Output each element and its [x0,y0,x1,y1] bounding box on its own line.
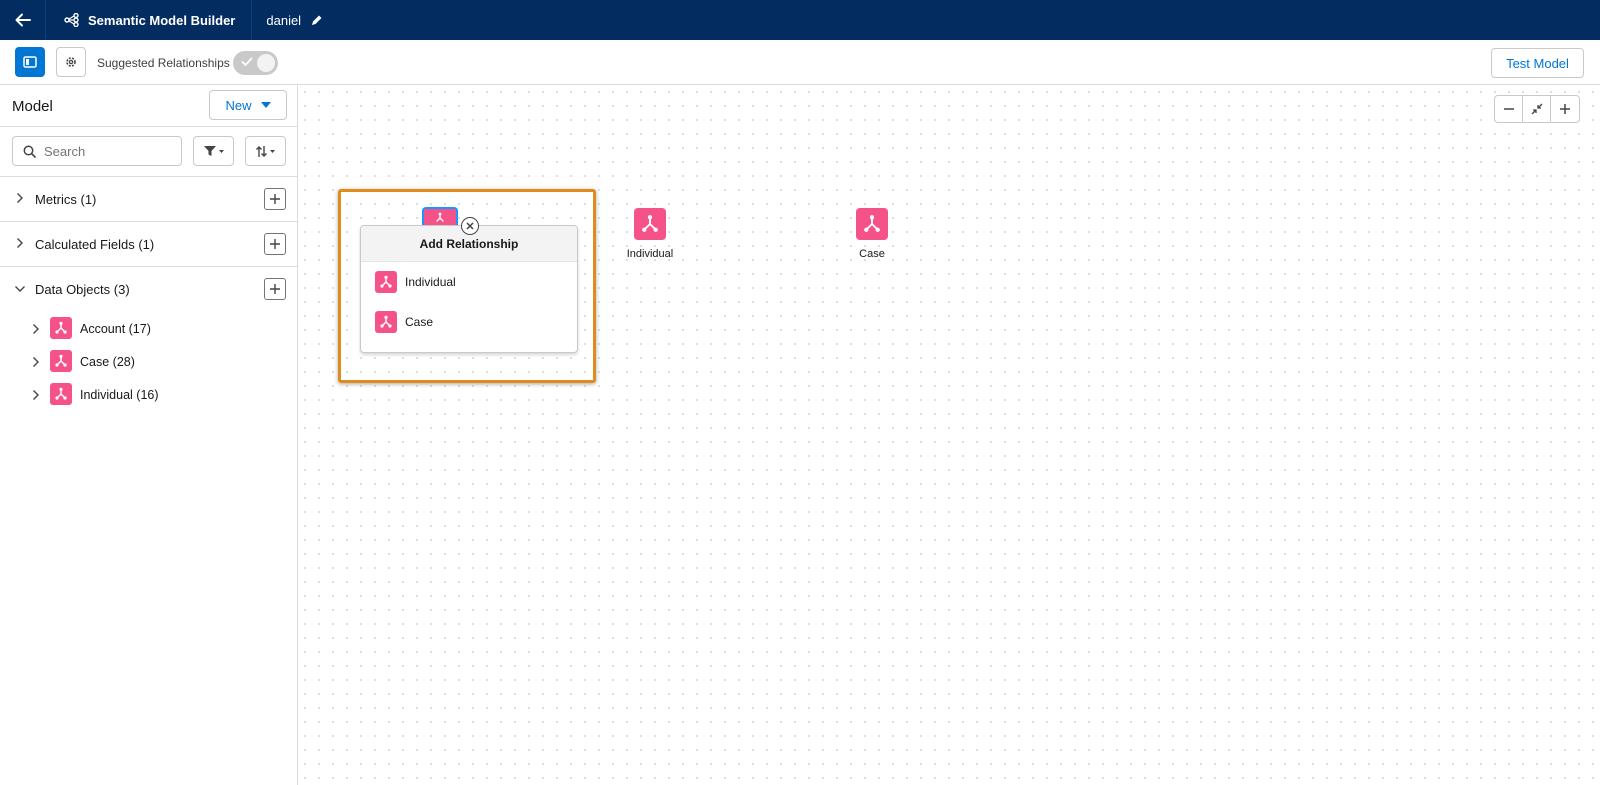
contract-icon [1531,103,1542,115]
app-title-area: Semantic Model Builder [46,0,253,40]
chevron-down-icon [15,286,25,292]
plus-icon [270,239,280,249]
suggested-relationships-label: Suggested Relationships [97,56,230,70]
data-object-case[interactable]: Case (28) [0,345,297,378]
data-object-icon [856,208,888,240]
global-header: Semantic Model Builder daniel [0,0,1600,40]
close-popover-button[interactable] [461,217,479,235]
zoom-in-button[interactable] [1551,96,1579,122]
add-calculated-field-button[interactable] [264,233,286,255]
fit-to-screen-button[interactable] [1523,96,1551,122]
edit-pencil-icon[interactable] [310,14,323,27]
sidebar-title: Model [12,98,53,115]
add-data-object-button[interactable] [264,278,286,300]
arrow-left-icon [15,13,31,27]
side-panel-icon [23,56,37,68]
add-metric-button[interactable] [264,188,286,210]
section-label: Data Objects (3) [35,282,130,297]
section-label: Calculated Fields (1) [35,237,155,252]
data-object-icon [375,271,397,293]
search-input[interactable] [44,143,164,159]
section-label: Metrics (1) [35,192,97,207]
model-name-area: daniel [252,13,323,28]
toggle-panel-button[interactable] [15,47,45,77]
check-icon [241,57,253,67]
back-button[interactable] [0,0,46,40]
app-title: Semantic Model Builder [88,12,236,28]
sort-icon [255,145,275,157]
suggested-relationships-toggle[interactable] [233,51,278,75]
data-object-individual[interactable]: Individual (16) [0,378,297,411]
close-icon [466,222,474,230]
relationship-option-individual[interactable]: Individual [361,262,577,302]
model-sidebar: Model New Metrics (1) Calculated Fields … [0,85,298,785]
plus-icon [1560,104,1570,114]
plus-icon [270,284,280,294]
minus-icon [1503,108,1514,110]
plus-icon [270,194,280,204]
test-model-button[interactable]: Test Model [1491,48,1584,78]
chevron-right-icon[interactable] [32,356,40,368]
node-label: Individual [626,248,674,260]
toggle-knob [257,54,275,72]
search-row [0,127,297,177]
data-object-account[interactable]: Account (17) [0,312,297,345]
new-button[interactable]: New [209,90,287,120]
chevron-right-icon [17,193,23,203]
gear-icon [66,57,76,67]
data-object-label: Case (28) [80,355,135,369]
data-object-icon [634,208,666,240]
zoom-controls [1494,95,1580,123]
chevron-right-icon [17,238,23,248]
node-label: Case [859,248,885,260]
settings-button[interactable] [56,47,86,77]
option-label: Case [405,315,434,329]
section-data-objects[interactable]: Data Objects (3) [0,267,297,312]
sort-button[interactable] [245,136,286,166]
model-canvas[interactable]: Add Relationship Individual Case Individ… [298,85,1600,785]
builder-toolbar: Suggested Relationships Test Model [0,40,1600,85]
search-icon [23,145,36,158]
filter-button[interactable] [193,136,234,166]
new-button-label: New [225,97,252,113]
chevron-right-icon[interactable] [32,323,40,335]
data-object-icon [50,383,72,405]
zoom-out-button[interactable] [1495,96,1523,122]
data-object-icon [50,317,72,339]
data-object-label: Individual (16) [80,388,159,402]
add-relationship-popover: Add Relationship Individual Case [360,225,578,353]
model-name: daniel [266,12,302,28]
semantic-model-icon [64,13,79,27]
canvas-node-individual[interactable]: Individual [620,208,680,260]
section-metrics[interactable]: Metrics (1) [0,177,297,222]
data-object-icon [50,350,72,372]
data-object-label: Account (17) [80,322,151,336]
relationship-option-case[interactable]: Case [361,302,577,342]
sidebar-header: Model New [0,85,297,127]
filter-icon [203,146,224,156]
data-object-icon [436,212,444,222]
data-object-icon [375,311,397,333]
caret-down-icon [260,102,271,108]
search-box [12,136,182,166]
chevron-right-icon[interactable] [32,389,40,401]
canvas-node-case[interactable]: Case [842,208,902,260]
option-label: Individual [405,275,456,289]
section-calculated-fields[interactable]: Calculated Fields (1) [0,222,297,267]
